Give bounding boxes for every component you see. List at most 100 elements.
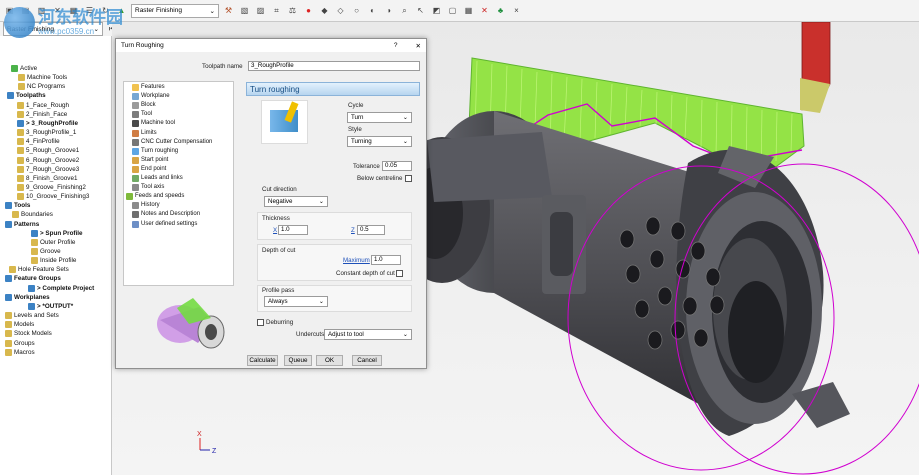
tolerance-field[interactable]: 0.05	[382, 161, 412, 171]
cross-icon[interactable]: ✕	[478, 4, 491, 17]
tree-item-label: 7_Rough_Groove3	[26, 165, 80, 173]
close-toolbar-icon[interactable]: ×	[510, 4, 523, 17]
settings-nav-item[interactable]: Leads and links	[132, 174, 183, 183]
toolpath-name-field[interactable]: 3_RoughProfile	[248, 61, 420, 71]
explorer-item[interactable]: Feature Groups	[5, 274, 61, 283]
explorer-item[interactable]: Patterns	[5, 220, 39, 229]
explorer-item[interactable]: > 3_RoughProfile	[17, 119, 78, 128]
settings-nav-item[interactable]: Machine tool	[132, 119, 175, 128]
explorer-item[interactable]: Inside Profile	[31, 256, 76, 265]
view-right-icon[interactable]: ◑	[382, 4, 395, 17]
explorer-item[interactable]: > *OUTPUT*	[28, 302, 73, 311]
cancel-button[interactable]: Cancel	[352, 355, 382, 366]
explorer-item[interactable]: 1_Face_Rough	[17, 101, 69, 110]
tree-item-label: Toolpaths	[16, 92, 46, 100]
grid-icon[interactable]: ▨	[254, 4, 267, 17]
settings-nav-item[interactable]: Tool	[132, 110, 152, 119]
explorer-item[interactable]: 6_Rough_Groove2	[17, 156, 79, 165]
explorer-item[interactable]: 3_RoughProfile_1	[17, 128, 76, 137]
tree-item-icon	[31, 248, 38, 255]
view-left-icon[interactable]: ◐	[366, 4, 379, 17]
explorer-item[interactable]: 9_Groove_Finishing2	[17, 183, 86, 192]
explorer-item[interactable]: Tools	[5, 201, 30, 210]
settings-nav-item[interactable]: Turn roughing	[132, 147, 178, 156]
tool-icon[interactable]: ⚒	[222, 4, 235, 17]
explorer-item[interactable]: > Spun Profile	[31, 229, 83, 238]
settings-nav-item[interactable]: Features	[132, 83, 165, 92]
explorer-item[interactable]: 4_FinProfile	[17, 137, 60, 146]
style-select[interactable]: Turning ⌄	[347, 136, 412, 147]
settings-nav-item[interactable]: Notes and Description	[132, 210, 200, 219]
explorer-item[interactable]: Levels and Sets	[5, 311, 59, 320]
settings-nav-item[interactable]: Start point	[132, 156, 168, 165]
profile-pass-select[interactable]: Always ⌄	[264, 296, 328, 307]
explorer-item[interactable]: Machine Tools	[18, 73, 67, 82]
wireframe-icon[interactable]: ⌗	[270, 4, 283, 17]
wire-icon[interactable]: ▦	[462, 4, 475, 17]
settings-nav-label: Tool axis	[141, 184, 165, 191]
cut-direction-select[interactable]: Negative ⌄	[264, 196, 328, 207]
select-icon[interactable]: ↖	[414, 4, 427, 17]
explorer-item[interactable]: Boundaries	[12, 210, 53, 219]
cutting-tool[interactable]	[800, 22, 831, 113]
explorer-item[interactable]: 5_Rough_Groove1	[17, 146, 79, 155]
explorer-item[interactable]: Outer Profile	[31, 238, 75, 247]
record-icon[interactable]: ●	[302, 4, 315, 17]
below-centreline-checkbox[interactable]	[405, 175, 412, 182]
strategy-select[interactable]: Raster Finishing ⌄	[131, 3, 219, 18]
help-button[interactable]: ?	[394, 42, 398, 50]
view-top-icon[interactable]: ○	[350, 4, 363, 17]
explorer-item[interactable]: 7_Rough_Groove3	[17, 165, 79, 174]
tree-item-icon	[17, 174, 24, 182]
settings-nav-item[interactable]: CNC Cutter Compensation	[132, 138, 212, 147]
constant-depth-checkbox[interactable]	[396, 270, 403, 277]
tree-item-icon	[17, 129, 24, 137]
calculate-button[interactable]: Calculate	[247, 355, 278, 366]
undercuts-select[interactable]: Adjust to tool ⌄	[324, 329, 412, 340]
explorer-item[interactable]: Groups	[5, 339, 35, 348]
settings-nav-item[interactable]: History	[132, 201, 160, 210]
measure-icon[interactable]: ▧	[238, 4, 251, 17]
settings-nav-item[interactable]: End point	[132, 165, 166, 174]
settings-nav-item[interactable]: Workplane	[132, 92, 170, 101]
explorer-item[interactable]: Models	[5, 320, 34, 329]
settings-nav-item[interactable]: Limits	[132, 129, 157, 138]
ok-button[interactable]: OK	[316, 355, 343, 366]
box-icon[interactable]: ▢	[446, 4, 459, 17]
explorer-item[interactable]: Groove	[31, 247, 61, 256]
settings-nav-item[interactable]: Tool axis	[132, 183, 164, 192]
zoom-icon[interactable]: ⌕	[398, 4, 411, 17]
cycle-select[interactable]: Turn ⌄	[347, 112, 412, 123]
explorer-item[interactable]: Stock Models	[5, 329, 52, 338]
settings-nav-icon	[126, 193, 133, 201]
explorer-item[interactable]: Workplanes	[5, 293, 50, 302]
settings-nav-item[interactable]: User defined settings	[132, 220, 197, 229]
view-iso-icon[interactable]: ◆	[318, 4, 331, 17]
close-button[interactable]: ✕	[416, 42, 421, 50]
explorer-item[interactable]: Toolpaths	[7, 91, 46, 100]
explorer-item[interactable]: NC Programs	[18, 82, 65, 91]
queue-button[interactable]: Queue	[284, 355, 312, 366]
explorer-item[interactable]: 2_Finish_Face	[17, 110, 67, 119]
deburring-checkbox[interactable]	[257, 319, 264, 326]
explorer-item[interactable]: Macros	[5, 348, 35, 357]
thickness-x-field[interactable]: 1.0	[278, 225, 308, 235]
tree-item-icon	[5, 348, 12, 356]
axis-indicator: X Z	[197, 431, 217, 455]
settings-nav-icon	[132, 120, 139, 128]
explorer-item[interactable]: > Complete Project	[28, 284, 94, 293]
settings-nav-item[interactable]: Feeds and speeds	[126, 192, 184, 201]
settings-nav-item[interactable]: Block	[132, 101, 156, 110]
explorer-item[interactable]: 8_Finish_Groove1	[17, 174, 77, 183]
thickness-z-field[interactable]: 0.5	[357, 225, 385, 235]
shade-icon[interactable]: ◩	[430, 4, 443, 17]
view-front-icon[interactable]: ◇	[334, 4, 347, 17]
explorer-item[interactable]: Active	[11, 64, 37, 73]
leaf-icon[interactable]: ♣	[494, 4, 507, 17]
explorer-item[interactable]: Hole Feature Sets	[9, 265, 69, 274]
compare-icon[interactable]: ⚖	[286, 4, 299, 17]
settings-nav-icon	[132, 147, 139, 155]
tree-item-label: Tools	[14, 202, 31, 210]
maximum-field[interactable]: 1.0	[371, 255, 401, 265]
explorer-item[interactable]: 10_Groove_Finishing3	[17, 192, 89, 201]
